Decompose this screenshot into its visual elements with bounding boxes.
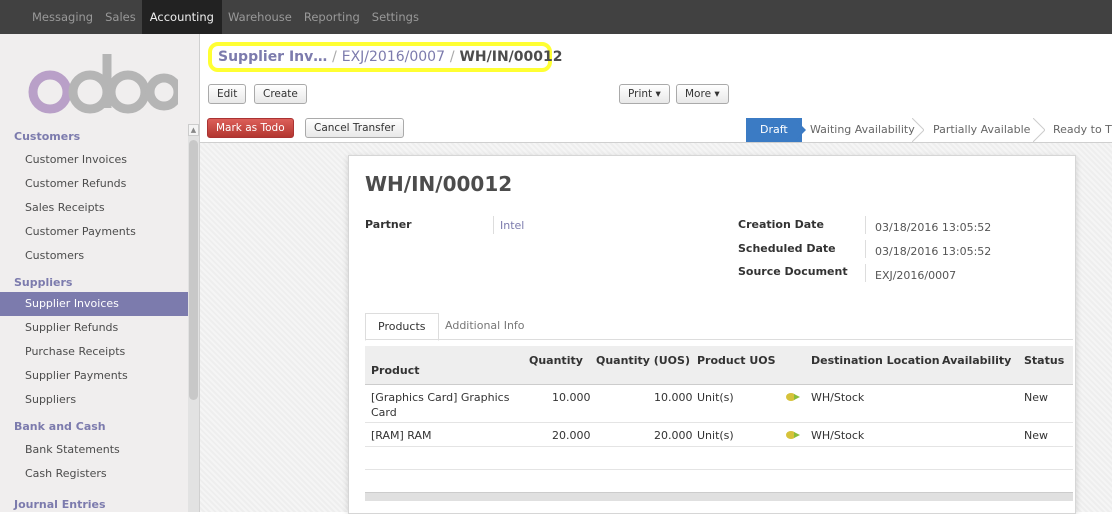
edit-button[interactable]: Edit [208, 84, 247, 104]
column-quantity-uos[interactable]: Quantity (UOS) [596, 354, 690, 367]
column-product-uos[interactable]: Product UOS [697, 354, 776, 367]
status-waiting-availability[interactable]: Waiting Availability [810, 118, 915, 142]
row-divider [365, 422, 1073, 423]
tab-underline [365, 339, 1073, 340]
scheduled-date-label: Scheduled Date [738, 242, 836, 255]
column-product[interactable]: Product [371, 364, 420, 377]
breadcrumb-separator: / [332, 49, 337, 65]
odoo-logo[interactable] [28, 48, 178, 118]
sidebar-item-customer-invoices[interactable]: Customer Invoices [0, 148, 188, 172]
status-chevron-icon [794, 118, 806, 142]
breadcrumb-current: WH/IN/00012 [459, 49, 563, 65]
cell-product-uos: Unit(s) [697, 429, 734, 442]
tab-additional-info[interactable]: Additional Info [433, 313, 537, 339]
menu-warehouse[interactable]: Warehouse [222, 0, 298, 34]
scroll-up-arrow-icon[interactable]: ▲ [188, 124, 199, 136]
field-divider [865, 264, 866, 282]
menu-reporting[interactable]: Reporting [298, 0, 366, 34]
sidebar-scroll-thumb[interactable] [189, 140, 198, 400]
partner-link[interactable]: Intel [500, 219, 524, 232]
more-button[interactable]: More ▾ [676, 84, 729, 104]
column-availability[interactable]: Availability [942, 354, 1011, 367]
tab-products[interactable]: Products [365, 313, 439, 341]
cell-status: New [1024, 391, 1048, 404]
sidebar-item-supplier-payments[interactable]: Supplier Payments [0, 364, 188, 388]
cell-product[interactable]: [RAM] RAM [371, 429, 432, 442]
sidebar-item-customer-payments[interactable]: Customer Payments [0, 220, 188, 244]
row-divider [365, 446, 1073, 447]
control-panel: Supplier Inv… / EXJ/2016/0007 / WH/IN/00… [200, 34, 1112, 143]
breadcrumb-separator: / [449, 49, 455, 65]
column-quantity[interactable]: Quantity [529, 354, 583, 367]
menu-messaging[interactable]: Messaging [26, 0, 99, 34]
sidebar-item-bank-statements[interactable]: Bank Statements [0, 438, 188, 462]
cell-quantity: 10.000 [552, 391, 591, 404]
cell-quantity-uos: 10.000 [654, 391, 693, 404]
source-document-value: EXJ/2016/0007 [875, 269, 957, 282]
sidebar-section-journal-entries: Journal Entries [14, 498, 106, 511]
status-ready-to-transfer[interactable]: Ready to T [1053, 118, 1112, 142]
sidebar: Customers Customer Invoices Customer Ref… [0, 34, 200, 512]
table-footer [365, 492, 1073, 501]
cell-product[interactable]: Card [371, 406, 397, 419]
column-status[interactable]: Status [1024, 354, 1064, 367]
creation-date-label: Creation Date [738, 218, 824, 231]
sidebar-item-suppliers[interactable]: Suppliers [0, 388, 188, 412]
sidebar-item-sales-receipts[interactable]: Sales Receipts [0, 196, 188, 220]
source-document-label: Source Document [738, 265, 848, 278]
sidebar-item-customer-refunds[interactable]: Customer Refunds [0, 172, 188, 196]
cell-product-uos: Unit(s) [697, 391, 734, 404]
sidebar-section-bank-and-cash: Bank and Cash [14, 420, 106, 433]
cell-destination-location: WH/Stock [811, 429, 865, 442]
status-chevron-icon [912, 118, 924, 142]
cell-status: New [1024, 429, 1048, 442]
create-button[interactable]: Create [254, 84, 307, 104]
status-chevron-icon [1033, 118, 1045, 142]
cell-quantity: 20.000 [552, 429, 591, 442]
field-divider [493, 216, 494, 234]
form-sheet: WH/IN/00012 Partner Intel Creation Date … [348, 155, 1076, 514]
sidebar-item-supplier-invoices[interactable]: Supplier Invoices [0, 292, 188, 316]
partner-label: Partner [365, 218, 412, 231]
sidebar-item-customers[interactable]: Customers [0, 244, 188, 268]
print-button[interactable]: Print ▾ [619, 84, 670, 104]
breadcrumb: Supplier Inv… / EXJ/2016/0007 / WH/IN/00… [208, 42, 563, 72]
sidebar-item-purchase-receipts[interactable]: Purchase Receipts [0, 340, 188, 364]
record-title: WH/IN/00012 [365, 172, 513, 196]
location-arrow-icon [786, 393, 800, 401]
breadcrumb-supplier-invoices[interactable]: Supplier Inv… [218, 49, 327, 65]
location-arrow-icon [786, 431, 800, 439]
top-menu-bar: Messaging Sales Accounting Warehouse Rep… [0, 0, 1112, 34]
menu-settings[interactable]: Settings [366, 0, 425, 34]
sidebar-section-customers: Customers [14, 130, 81, 143]
sidebar-item-cash-registers[interactable]: Cash Registers [0, 462, 188, 486]
breadcrumb-invoice[interactable]: EXJ/2016/0007 [342, 49, 445, 65]
row-divider [365, 469, 1073, 470]
menu-accounting[interactable]: Accounting [141, 0, 222, 34]
column-destination-location[interactable]: Destination Location [811, 354, 940, 367]
cell-product[interactable]: [Graphics Card] Graphics [371, 391, 509, 404]
field-divider [865, 240, 866, 258]
mark-as-todo-button[interactable]: Mark as Todo [207, 118, 294, 138]
creation-date-value: 03/18/2016 13:05:52 [875, 221, 992, 234]
scheduled-date-value: 03/18/2016 13:05:52 [875, 245, 992, 258]
sidebar-section-suppliers: Suppliers [14, 276, 73, 289]
sidebar-item-supplier-refunds[interactable]: Supplier Refunds [0, 316, 188, 340]
menu-sales[interactable]: Sales [99, 0, 142, 34]
cancel-transfer-button[interactable]: Cancel Transfer [305, 118, 405, 138]
field-divider [865, 216, 866, 234]
status-partially-available[interactable]: Partially Available [933, 118, 1030, 142]
cell-quantity-uos: 20.000 [654, 429, 693, 442]
cell-destination-location: WH/Stock [811, 391, 865, 404]
